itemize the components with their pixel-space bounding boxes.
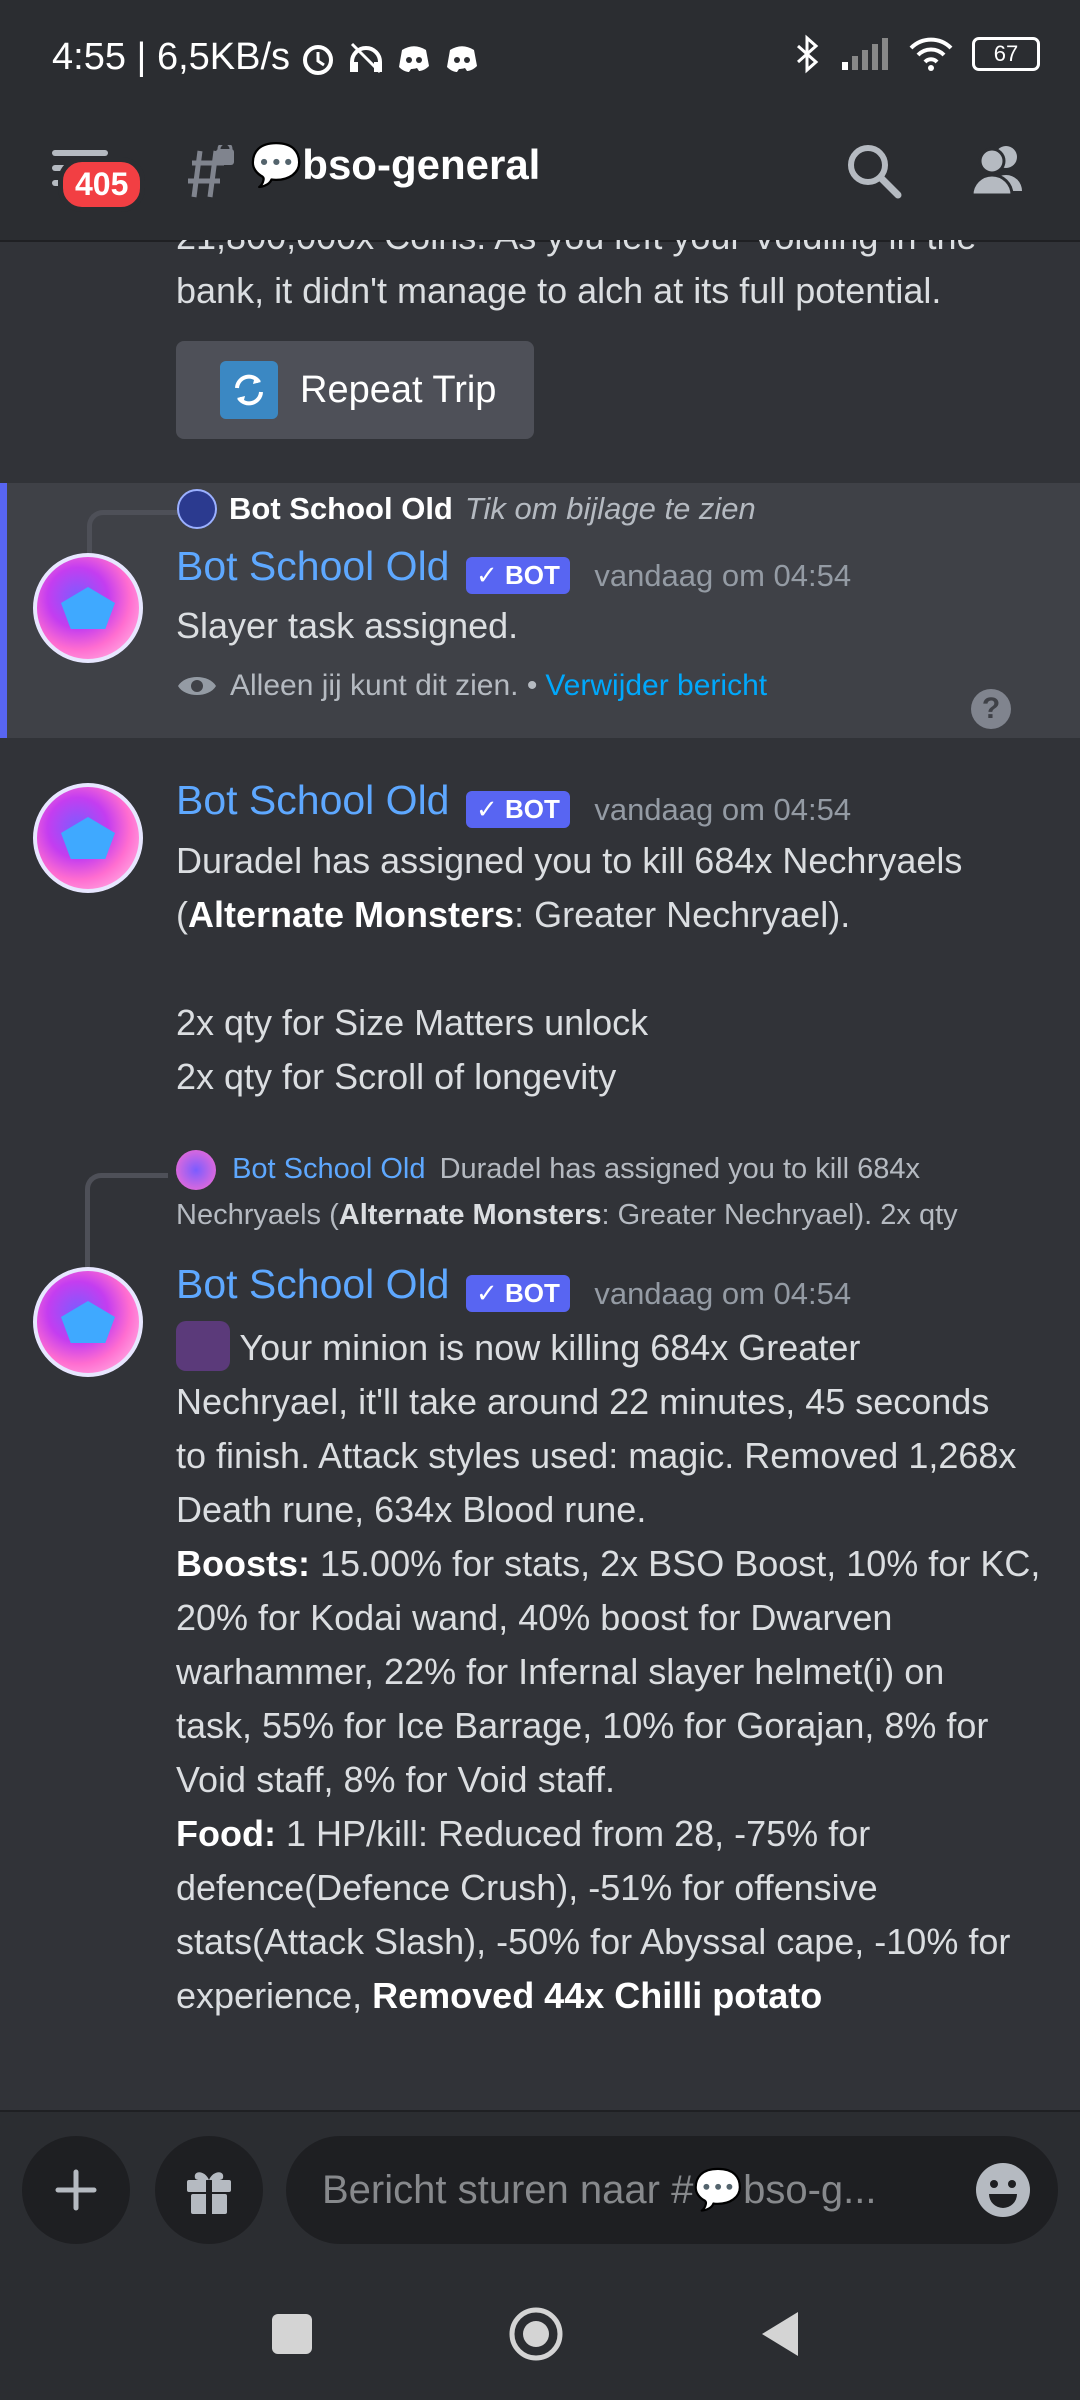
bot-badge: ✓ BOT — [465, 557, 570, 595]
message-text: stats(Attack Slash), -50% for Abyssal ca… — [176, 1921, 1011, 1963]
message-header: Bot School Old ✓ BOT vandaag om 04:54 — [176, 543, 852, 595]
reply-avatar — [176, 1150, 216, 1191]
status-bar: 4:55 | 6,5KB/s 67 — [0, 0, 1080, 115]
plus-icon — [55, 2169, 97, 2211]
unread-badge: 405 — [58, 157, 146, 212]
timestamp: vandaag om 04:54 — [594, 557, 852, 593]
repeat-trip-label: Repeat Trip — [300, 368, 497, 411]
message-text: experience, Removed 44x Chilli potato — [176, 1975, 823, 2017]
check-icon: ✓ — [475, 1278, 498, 1309]
help-icon[interactable]: ? — [971, 689, 1011, 729]
check-icon: ✓ — [475, 560, 498, 591]
reply-avatar — [177, 489, 217, 529]
delete-message-link[interactable]: Verwijder bericht — [545, 669, 767, 703]
timestamp: vandaag om 04:54 — [594, 1275, 852, 1311]
message-header: Bot School Old ✓ BOT vandaag om 04:54 — [176, 777, 852, 829]
channel-title[interactable]: 💬bso-general — [250, 141, 540, 190]
ephemeral-notice: Alleen jij kunt dit zien. • Verwijder be… — [176, 669, 767, 703]
message-text: Food: 1 HP/kill: Reduced from 28, -75% f… — [176, 1813, 871, 1855]
no-headset-icon — [350, 42, 383, 73]
emoji-icon[interactable] — [972, 2159, 1034, 2221]
author-name[interactable]: Bot School Old — [176, 543, 450, 589]
message-text: defence(Defence Crush), -51% for offensi… — [176, 1867, 878, 1909]
search-icon[interactable] — [838, 135, 908, 205]
bot-badge: ✓ BOT — [465, 791, 570, 829]
recents-button[interactable] — [270, 2312, 314, 2356]
alarm-icon — [303, 44, 334, 75]
back-button[interactable] — [758, 2310, 802, 2358]
message-text: 2x qty for Scroll of longevity — [176, 1056, 617, 1097]
avatar[interactable] — [33, 1267, 143, 1377]
message-text: warhammer, 22% for Infernal slayer helme… — [176, 1651, 945, 1693]
message-text: 20% for Kodai wand, 40% boost for Dwarve… — [176, 1597, 893, 1639]
message-text: Duradel has assigned you to kill 684x Ne… — [176, 840, 963, 881]
eye-icon — [178, 677, 216, 695]
gift-icon — [187, 2172, 231, 2214]
message-text: Nechryael, it'll take around 22 minutes,… — [176, 1381, 990, 1423]
discord-icon — [399, 45, 430, 72]
only-you-text: Alleen jij kunt dit zien. • — [230, 669, 538, 702]
status-time: 4:55 | 6,5KB/s — [52, 36, 291, 78]
reply-author: Bot School Old — [229, 491, 453, 526]
home-button[interactable] — [508, 2306, 564, 2362]
locked-channel-icon — [188, 145, 234, 198]
message-input[interactable]: Bericht sturen naar #💬bso-g... — [286, 2136, 1058, 2244]
message-text: Death rune, 634x Blood rune. — [176, 1489, 647, 1531]
repeat-icon — [220, 361, 278, 419]
author-name[interactable]: Bot School Old — [176, 777, 450, 823]
message-text: (Alternate Monsters: Greater Nechryael). — [176, 894, 851, 935]
message-text: task, 55% for Ice Barrage, 10% for Goraj… — [176, 1705, 989, 1747]
message-input-placeholder: Bericht sturen naar #💬bso-g... — [322, 2168, 877, 2212]
bot-badge: ✓ BOT — [465, 1275, 570, 1313]
check-icon: ✓ — [475, 794, 498, 825]
previous-message: 21,800,000x Coins. As you left your Void… — [176, 240, 1056, 318]
message-feed[interactable]: 21,800,000x Coins. As you left your Void… — [0, 240, 1080, 2110]
wifi-icon — [909, 37, 953, 71]
battery-indicator: 67 — [972, 37, 1040, 71]
bluetooth-icon — [797, 34, 819, 74]
discord-icon — [447, 45, 478, 72]
avatar[interactable] — [33, 783, 143, 893]
reply-preview[interactable]: Bot School Old Duradel has assigned you … — [176, 1146, 1056, 1238]
reply-author: Bot School Old — [232, 1153, 426, 1185]
message-text: Your minion is now killing 684x Greater — [239, 1327, 861, 1368]
message-header: Bot School Old ✓ BOT vandaag om 04:54 — [176, 1261, 852, 1313]
message-body: Your minion is now killing 684x Greater … — [176, 1321, 1056, 2023]
message-input-bar: Bericht sturen naar #💬bso-g... — [0, 2110, 1080, 2282]
message-text: 2x qty for Size Matters unlock — [176, 1002, 649, 1043]
gift-button[interactable] — [155, 2136, 263, 2244]
add-attachment-button[interactable] — [22, 2136, 130, 2244]
nechryael-icon — [176, 1321, 230, 1372]
signal-icon — [842, 38, 888, 70]
members-icon[interactable] — [962, 135, 1032, 205]
author-name[interactable]: Bot School Old — [176, 1261, 450, 1307]
message-text: bank, it didn't manage to alch at its fu… — [176, 270, 942, 311]
reply-preview[interactable]: Bot School Old Tik om bijlage te zien — [177, 489, 756, 529]
message-text: 21,800,000x Coins. As you left your Void… — [176, 240, 1056, 264]
reply-attachment-hint: Tik om bijlage te zien — [464, 491, 756, 526]
ephemeral-message[interactable]: Bot School Old Tik om bijlage te zien Bo… — [0, 483, 1080, 738]
message-text: Void staff, 8% for Void staff. — [176, 1759, 615, 1801]
message-text: Boosts: 15.00% for stats, 2x BSO Boost, … — [176, 1543, 1041, 1585]
timestamp: vandaag om 04:54 — [594, 791, 852, 827]
reply-connector — [85, 1173, 168, 1268]
channel-header: 405 💬bso-general — [0, 115, 1080, 242]
message-text: Slayer task assigned. — [176, 605, 519, 646]
message-body: Duradel has assigned you to kill 684x Ne… — [176, 834, 1056, 1104]
repeat-trip-button[interactable]: Repeat Trip — [176, 341, 534, 439]
system-navigation-bar — [0, 2280, 1080, 2400]
avatar[interactable] — [33, 553, 143, 663]
reply-text: Duradel has assigned you to kill 684x — [439, 1153, 920, 1185]
message-text: to finish. Attack styles used: magic. Re… — [176, 1435, 1017, 1477]
